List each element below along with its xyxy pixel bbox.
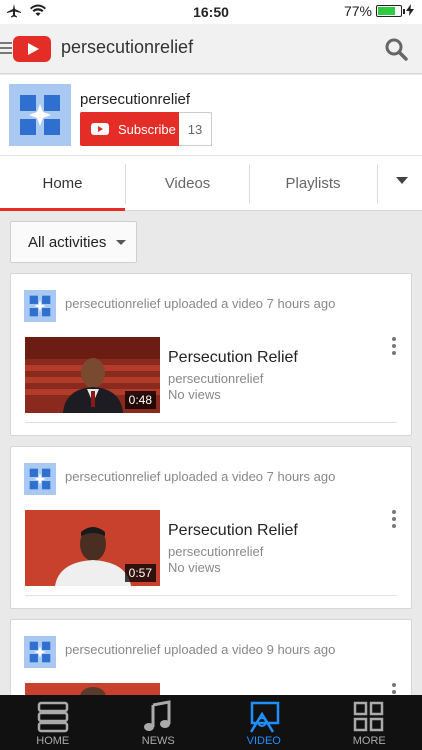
video-channel: persecutionrelief [168,544,264,559]
tab-playlists[interactable]: Playlists [250,156,376,211]
caret-down-icon [116,240,126,245]
charging-icon [406,3,414,19]
nav-news-label: NEWS [141,735,175,747]
tab-videos-label: Videos [164,175,211,192]
video-views: No views [168,560,221,575]
activity-text: persecutionrelief uploaded a video 7 hou… [65,296,336,311]
video-title[interactable]: Persecution Relief [168,349,298,367]
battery-percent: 77% [343,3,372,19]
tab-playlists-label: Playlists [285,175,341,192]
nav-more-label: MORE [352,735,386,747]
music-note-icon [141,700,175,734]
play-icon [91,123,109,135]
menu-icon[interactable] [0,42,12,57]
channel-header: persecutionrelief Subscribe 13 [0,75,422,155]
tab-home[interactable]: Home [0,156,125,211]
nav-home-label: HOME [36,735,70,747]
activity-filter-dropdown[interactable]: All activities [10,221,137,263]
activity-card: persecutionrelief uploaded a video 7 hou… [10,273,412,436]
video-duration: 0:48 [124,391,156,409]
channel-avatar[interactable] [9,84,71,146]
activity-filter-label: All activities [28,233,107,251]
activity-card: persecutionrelief uploaded a video 7 hou… [10,446,412,609]
channel-avatar-small[interactable] [24,463,56,495]
status-bar: 16:50 77% [0,0,422,24]
nav-news[interactable]: NEWS [106,695,212,750]
activity-text: persecutionrelief uploaded a video 9 hou… [65,642,336,657]
nav-more[interactable]: MORE [317,695,422,750]
card-divider [25,422,397,423]
video-thumbnail[interactable]: 0:57 [25,510,160,586]
youtube-logo[interactable] [13,36,51,62]
battery-icon [376,5,405,17]
grid-icon [352,700,386,734]
subscriber-count: 13 [179,112,212,146]
home-list-icon [36,700,70,734]
video-thumbnail[interactable]: 0:48 [25,337,160,413]
video-channel: persecutionrelief [168,371,264,386]
video-views: No views [168,387,221,402]
bottom-navigation: HOME NEWS VIDEO MORE [0,695,422,750]
more-options-icon[interactable] [391,337,397,357]
chevron-down-icon[interactable] [396,177,408,184]
tab-videos[interactable]: Videos [126,156,249,211]
channel-name: persecutionrelief [80,91,191,108]
card-divider [25,595,397,596]
nav-video-label: VIDEO [246,735,281,747]
activity-text: persecutionrelief uploaded a video 7 hou… [65,469,336,484]
tab-divider [377,164,378,204]
video-duration: 0:57 [124,564,156,582]
channel-avatar-small[interactable] [24,636,56,668]
channel-tabs: Home Videos Playlists [0,155,422,211]
nav-home[interactable]: HOME [0,695,106,750]
video-broadcast-icon [247,700,281,734]
channel-avatar-small[interactable] [24,290,56,322]
nav-video[interactable]: VIDEO [211,695,317,750]
subscribe-button[interactable]: Subscribe [80,112,179,146]
status-right: 77% [344,3,414,19]
app-bar: persecutionrelief [0,24,422,74]
subscribe-label: Subscribe [118,121,176,137]
search-icon[interactable] [384,37,408,61]
video-title[interactable]: Persecution Relief [168,522,298,540]
more-options-icon[interactable] [391,510,397,530]
active-tab-indicator [0,208,125,211]
app-title: persecutionrelief [61,37,194,57]
tab-home-label: Home [42,175,83,192]
